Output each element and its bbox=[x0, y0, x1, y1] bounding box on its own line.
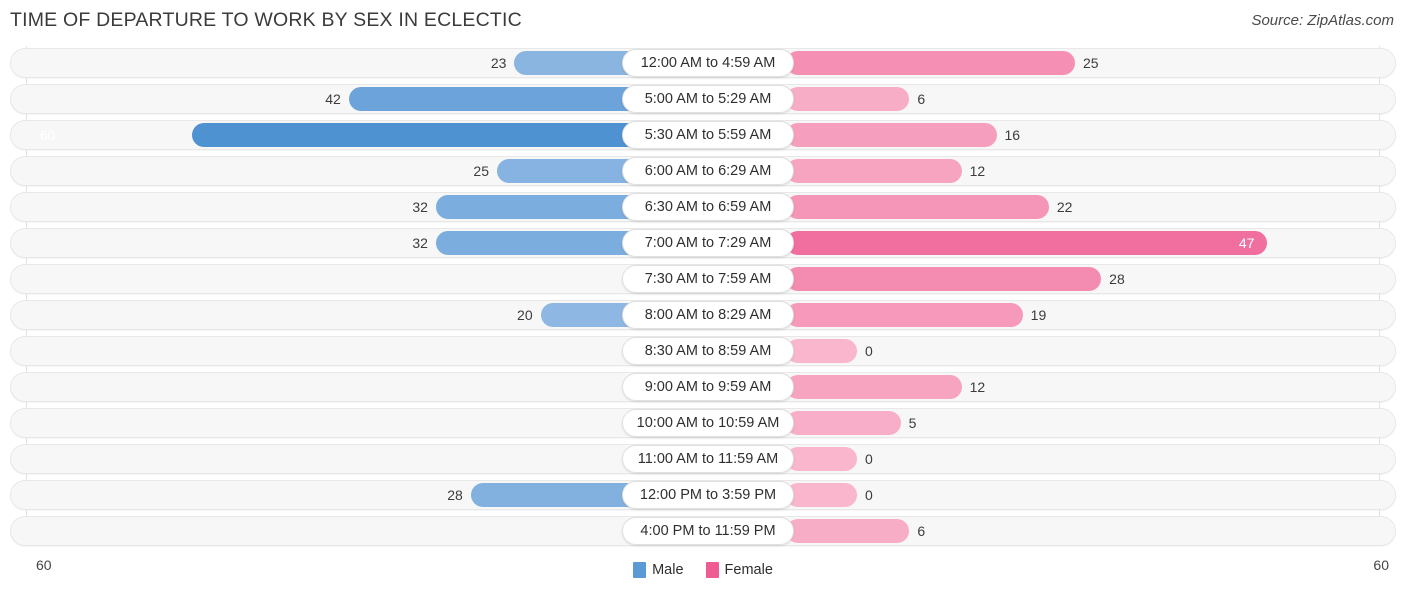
legend-swatch-icon bbox=[705, 562, 719, 578]
bar-value-female: 47 bbox=[1238, 235, 1255, 251]
bar-value-female: 16 bbox=[1004, 127, 1021, 143]
bar-value-female: 12 bbox=[969, 163, 986, 179]
bar-value-female: 0 bbox=[865, 451, 873, 467]
bar-female bbox=[786, 339, 857, 363]
legend-item[interactable]: Female bbox=[705, 562, 773, 578]
bar-value-female: 0 bbox=[865, 487, 873, 503]
bar-female bbox=[786, 123, 997, 147]
bar-value-female: 6 bbox=[917, 91, 926, 107]
bar-value-male: 25 bbox=[473, 163, 489, 179]
bar-value-female: 12 bbox=[969, 379, 986, 395]
bar-female bbox=[786, 159, 962, 183]
bar-female bbox=[786, 51, 1075, 75]
bar-value-male: 32 bbox=[412, 235, 428, 251]
bar-female bbox=[786, 87, 910, 111]
bar-value-male: 42 bbox=[325, 91, 341, 107]
bar-female bbox=[786, 447, 857, 471]
table-row: 20 19 8:00 AM to 8:29 AM bbox=[10, 300, 1396, 330]
bar-female bbox=[786, 411, 901, 435]
bar-female bbox=[786, 195, 1049, 219]
bar-value-male: 23 bbox=[490, 55, 507, 71]
chart-legend: Male Female bbox=[0, 562, 1406, 578]
bar-female bbox=[786, 231, 1267, 255]
table-row: 0011:00 AM to 11:59 AM bbox=[10, 444, 1396, 474]
table-row: 464:00 PM to 11:59 PM bbox=[10, 516, 1396, 546]
category-label: 9:00 AM to 9:59 AM bbox=[622, 373, 794, 401]
table-row: 23 25 12:00 AM to 4:59 AM bbox=[10, 48, 1396, 78]
bar-value-female: 19 bbox=[1030, 307, 1047, 323]
table-row: 6129:00 AM to 9:59 AM bbox=[10, 372, 1396, 402]
legend-label: Female bbox=[724, 562, 773, 578]
category-label: 7:30 AM to 7:59 AM bbox=[622, 265, 794, 293]
bar-value-female: 6 bbox=[917, 523, 926, 539]
category-label: 12:00 PM to 3:59 PM bbox=[622, 481, 794, 509]
legend-item[interactable]: Male bbox=[633, 562, 684, 578]
category-label: 5:00 AM to 5:29 AM bbox=[622, 85, 794, 113]
bar-female bbox=[786, 267, 1102, 291]
category-label: 6:30 AM to 6:59 AM bbox=[622, 193, 794, 221]
diverging-bar-chart: 23 25 12:00 AM to 4:59 AM 42 6 5:00 AM to 5:2… bbox=[0, 44, 1406, 552]
bar-value-female: 28 bbox=[1109, 271, 1125, 287]
legend-swatch-icon bbox=[633, 562, 647, 578]
bar-female bbox=[786, 483, 857, 507]
category-label: 8:30 AM to 8:59 AM bbox=[622, 337, 794, 365]
table-row: 008:30 AM to 8:59 AM bbox=[10, 336, 1396, 366]
bar-value-male: 32 bbox=[412, 199, 428, 215]
bar-female bbox=[786, 519, 910, 543]
category-label: 4:00 PM to 11:59 PM bbox=[622, 517, 794, 545]
category-label: 12:00 AM to 4:59 AM bbox=[622, 49, 794, 77]
page-title: TIME OF DEPARTURE TO WORK BY SEX IN ECLE… bbox=[10, 9, 522, 31]
bar-female bbox=[786, 375, 962, 399]
table-row: 0510:00 AM to 10:59 AM bbox=[10, 408, 1396, 438]
table-row: 60 16 5:30 AM to 5:59 AM bbox=[10, 120, 1396, 150]
bar-female bbox=[786, 303, 1023, 327]
category-label: 6:00 AM to 6:29 AM bbox=[622, 157, 794, 185]
bar-value-female: 25 bbox=[1083, 55, 1099, 71]
category-label: 11:00 AM to 11:59 AM bbox=[622, 445, 794, 473]
bar-value-male: 20 bbox=[517, 307, 533, 323]
bar-value-female: 5 bbox=[908, 415, 917, 431]
chart-header: TIME OF DEPARTURE TO WORK BY SEX IN ECLE… bbox=[0, 0, 1406, 44]
category-label: 5:30 AM to 5:59 AM bbox=[622, 121, 794, 149]
table-row: 32 47 7:00 AM to 7:29 AM bbox=[10, 228, 1396, 258]
category-label: 7:00 AM to 7:29 AM bbox=[622, 229, 794, 257]
bar-value-female: 0 bbox=[865, 343, 873, 359]
source-attribution: Source: ZipAtlas.com bbox=[1251, 12, 1394, 29]
bar-value-male: 28 bbox=[447, 487, 463, 503]
table-row: 42 6 5:00 AM to 5:29 AM bbox=[10, 84, 1396, 114]
chart-footer: 60 60 Male Female bbox=[0, 552, 1406, 595]
table-row: 28 0 12:00 PM to 3:59 PM bbox=[10, 480, 1396, 510]
table-row: 32 22 6:30 AM to 6:59 AM bbox=[10, 192, 1396, 222]
category-label: 8:00 AM to 8:29 AM bbox=[622, 301, 794, 329]
legend-label: Male bbox=[652, 562, 684, 578]
table-row: 4287:30 AM to 7:59 AM bbox=[10, 264, 1396, 294]
bar-value-male: 60 bbox=[39, 127, 56, 143]
chart-page: TIME OF DEPARTURE TO WORK BY SEX IN ECLE… bbox=[0, 0, 1406, 595]
bar-value-female: 22 bbox=[1056, 199, 1073, 215]
table-row: 25 12 6:00 AM to 6:29 AM bbox=[10, 156, 1396, 186]
category-label: 10:00 AM to 10:59 AM bbox=[622, 409, 794, 437]
